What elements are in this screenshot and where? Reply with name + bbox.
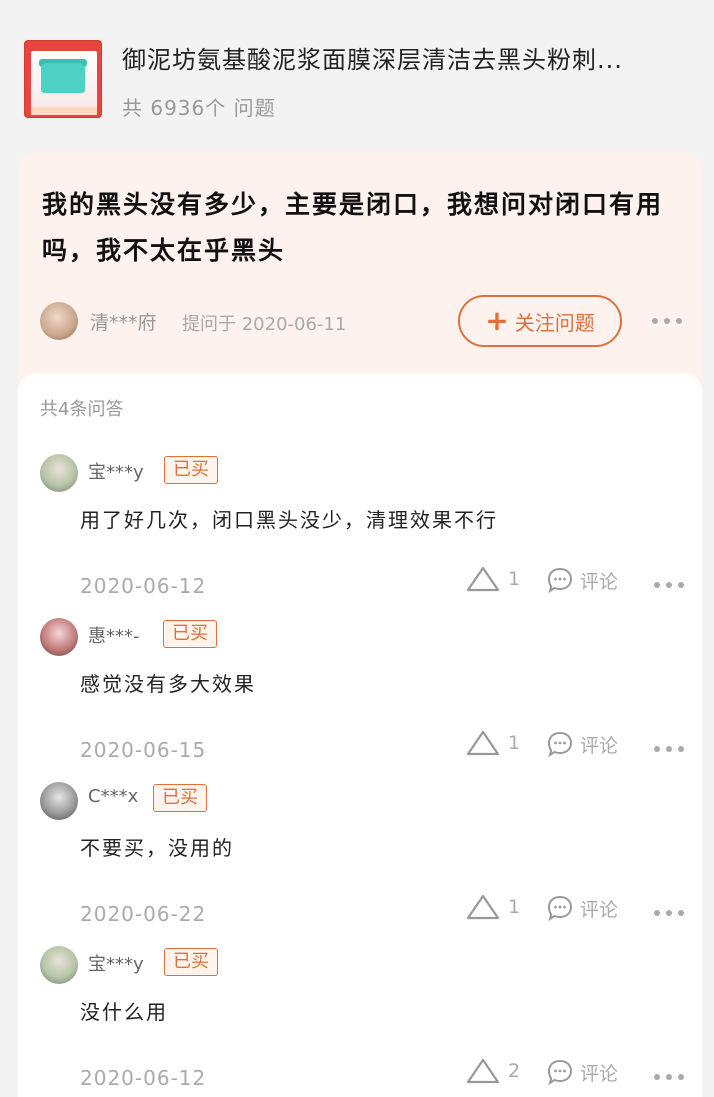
comment-bubble-icon [547, 1059, 573, 1086]
more-icon[interactable] [654, 580, 684, 590]
answer-date: 2020-06-15 [80, 738, 207, 762]
avatar[interactable] [40, 946, 78, 984]
like-triangle-icon [466, 894, 500, 920]
answerer-name: 宝***y [88, 462, 144, 483]
more-icon[interactable] [654, 908, 684, 918]
like-triangle-icon [466, 730, 500, 756]
comment-button[interactable]: 评论 [546, 894, 618, 922]
like-count: 2 [508, 1060, 521, 1082]
answerer-name: C***x [88, 786, 139, 807]
follow-question-button[interactable]: + 关注问题 [458, 295, 622, 347]
comment-button[interactable]: 评论 [546, 566, 618, 594]
answers-panel: 共4条问答 宝***y 已买 用了好几次，闭口黑头没少，清理效果不行 2020-… [18, 373, 702, 1097]
answer-item: 宝***y 已买 用了好几次，闭口黑头没少，清理效果不行 2020-06-12 … [18, 454, 702, 618]
like-count: 1 [508, 896, 521, 918]
answer-text: 没什么用 [80, 1000, 168, 1024]
bought-badge: 已买 [164, 456, 218, 484]
avatar[interactable] [40, 454, 78, 492]
answerer-name: 宝***y [88, 954, 144, 975]
comment-button[interactable]: 评论 [546, 730, 618, 758]
like-triangle-icon [466, 566, 500, 592]
avatar[interactable] [40, 618, 78, 656]
comment-button[interactable]: 评论 [546, 1058, 618, 1086]
more-icon[interactable] [652, 316, 682, 326]
comment-label: 评论 [580, 1062, 619, 1085]
more-icon[interactable] [654, 744, 684, 754]
avatar[interactable] [40, 302, 78, 340]
like-button[interactable]: 1 [466, 730, 520, 756]
like-triangle-icon [466, 1058, 500, 1084]
asker-name: 清***府 [90, 312, 157, 334]
comment-bubble-icon [547, 731, 573, 758]
like-button[interactable]: 1 [466, 894, 520, 920]
product-thumbnail[interactable] [24, 40, 102, 118]
follow-label: 关注问题 [514, 310, 595, 335]
jar-body [41, 63, 85, 93]
answer-item: 惠***- 已买 感觉没有多大效果 2020-06-15 1 评论 [18, 618, 702, 782]
plus-icon: + [485, 304, 509, 337]
question-count: 共 6936个 问题 [122, 96, 276, 120]
avatar[interactable] [40, 782, 78, 820]
thumbnail-strip [31, 107, 97, 115]
comment-bubble-icon [547, 567, 573, 594]
answer-date: 2020-06-22 [80, 902, 207, 926]
product-header[interactable]: 御泥坊氨基酸泥浆面膜深层清洁去黑头粉刺... 共 6936个 问题 [0, 18, 714, 136]
comment-label: 评论 [580, 898, 619, 921]
more-icon[interactable] [654, 1072, 684, 1082]
answer-item: C***x 已买 不要买，没用的 2020-06-22 1 评论 [18, 782, 702, 946]
comment-bubble-icon [547, 895, 573, 922]
bought-badge: 已买 [164, 948, 218, 976]
answer-date: 2020-06-12 [80, 574, 207, 598]
like-button[interactable]: 2 [466, 1058, 520, 1084]
asked-date: 提问于 2020-06-11 [182, 314, 347, 335]
bought-badge: 已买 [163, 620, 217, 648]
bought-badge: 已买 [153, 784, 207, 812]
answer-text: 不要买，没用的 [80, 836, 234, 860]
answerer-name: 惠***- [88, 626, 140, 647]
like-button[interactable]: 1 [466, 566, 520, 592]
like-count: 1 [508, 732, 521, 754]
answer-item: 宝***y 已买 没什么用 2020-06-12 2 评论 [18, 946, 702, 1097]
product-title[interactable]: 御泥坊氨基酸泥浆面膜深层清洁去黑头粉刺... [122, 40, 682, 75]
question-text: 我的黑头没有多少，主要是闭口，我想问对闭口有用吗，我不太在乎黑头 [42, 190, 664, 265]
answer-text: 感觉没有多大效果 [80, 672, 256, 696]
answer-text: 用了好几次，闭口黑头没少，清理效果不行 [80, 508, 498, 532]
comment-label: 评论 [580, 570, 619, 593]
comment-label: 评论 [580, 734, 619, 757]
answers-count: 共4条问答 [40, 399, 124, 420]
like-count: 1 [508, 568, 521, 590]
answer-date: 2020-06-12 [80, 1066, 207, 1090]
